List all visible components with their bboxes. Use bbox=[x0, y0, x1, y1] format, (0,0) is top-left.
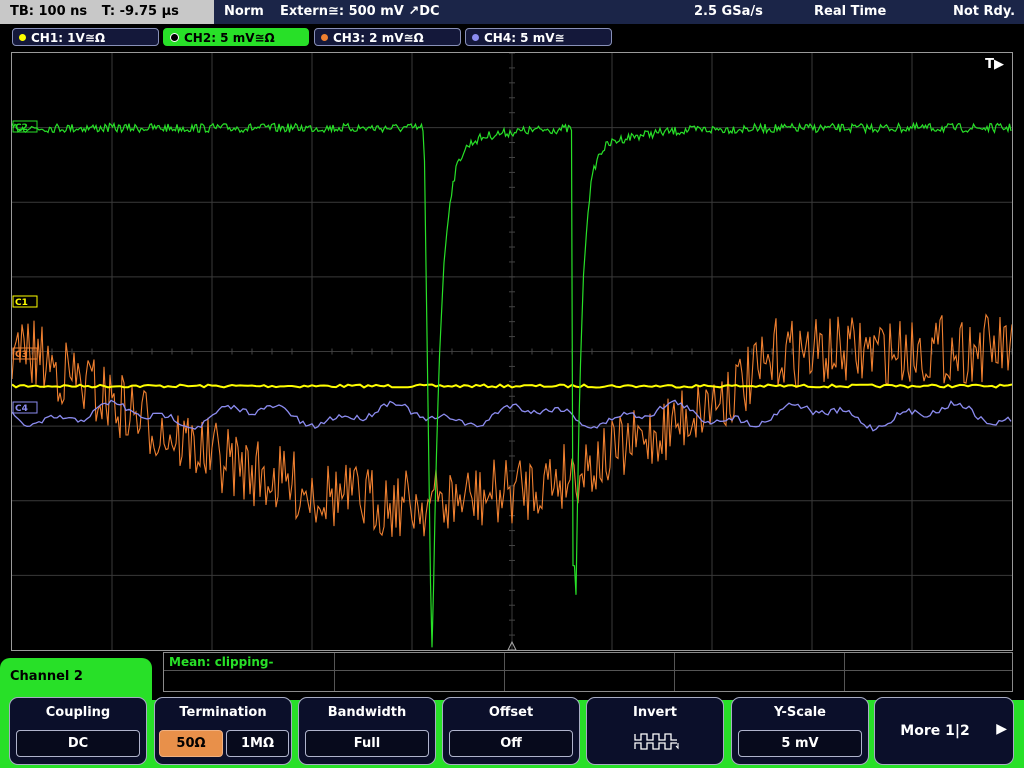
termination-50ohm-button[interactable]: 50Ω bbox=[159, 730, 223, 757]
trigger-mode[interactable]: Norm bbox=[224, 0, 264, 24]
measurement-divider bbox=[504, 653, 505, 691]
timebase-value: TB: 100 ns bbox=[10, 4, 88, 19]
right-arrow-icon: ▶ bbox=[996, 721, 1007, 737]
offset-title: Offset bbox=[488, 705, 534, 720]
more-softkey[interactable]: More 1|2 ▶ bbox=[874, 697, 1014, 765]
yscale-value-button[interactable]: 5 mV bbox=[738, 730, 862, 757]
measurement-divider bbox=[334, 653, 335, 691]
offset-value-button[interactable]: Off bbox=[449, 730, 573, 757]
coupling-value-button[interactable]: DC bbox=[16, 730, 140, 757]
trigger-settings[interactable]: Extern≅: 500 mV ↗DC bbox=[280, 0, 440, 24]
svg-text:C2: C2 bbox=[15, 123, 28, 133]
coupling-title: Coupling bbox=[45, 705, 111, 720]
trigger-status: Not Rdy. bbox=[953, 4, 1016, 19]
yscale-softkey[interactable]: Y-Scale 5 mV bbox=[731, 697, 869, 765]
mean-measurement[interactable]: Mean: clipping- bbox=[169, 655, 273, 669]
ch4-label: CH4: 5 mV≅ bbox=[484, 31, 565, 45]
svg-text:C1: C1 bbox=[15, 298, 28, 308]
invert-title: Invert bbox=[632, 705, 677, 720]
ch1-color-dot bbox=[19, 34, 26, 41]
offset-softkey[interactable]: Offset Off bbox=[442, 697, 580, 765]
bandwidth-title: Bandwidth bbox=[327, 705, 407, 720]
bandwidth-value-button[interactable]: Full bbox=[305, 730, 429, 757]
termination-title: Termination bbox=[179, 705, 267, 720]
coupling-softkey[interactable]: Coupling DC bbox=[9, 697, 147, 765]
menu-title: Channel 2 bbox=[10, 669, 83, 684]
ch3-color-dot bbox=[321, 34, 328, 41]
svg-text:C4: C4 bbox=[15, 404, 28, 414]
waveform-svg: C1 C2 C3 C4 bbox=[12, 53, 1012, 650]
ch1-label: CH1: 1V≅Ω bbox=[31, 31, 106, 45]
graticule bbox=[12, 53, 1012, 650]
termination-1mohm-button[interactable]: 1MΩ bbox=[226, 730, 289, 757]
channel-tab-ch4[interactable]: CH4: 5 mV≅ bbox=[465, 28, 612, 46]
measurement-divider bbox=[674, 653, 675, 691]
measurement-divider bbox=[844, 653, 845, 691]
ch3-label: CH3: 2 mV≅Ω bbox=[333, 31, 424, 45]
trigger-time-value: T: -9.75 µs bbox=[101, 4, 179, 19]
acquisition-mode: Real Time bbox=[814, 4, 887, 19]
ch4-color-dot bbox=[472, 34, 479, 41]
channel-tab-ch2[interactable]: CH2: 5 mV≅Ω bbox=[163, 28, 309, 46]
ch2-label: CH2: 5 mV≅Ω bbox=[184, 31, 275, 45]
bandwidth-softkey[interactable]: Bandwidth Full bbox=[298, 697, 436, 765]
trigger-offset-marker: T▶ bbox=[985, 57, 1004, 72]
channel-tab-ch1[interactable]: CH1: 1V≅Ω bbox=[12, 28, 159, 46]
more-label: More 1|2 bbox=[900, 723, 970, 739]
invert-softkey[interactable]: Invert bbox=[586, 697, 724, 765]
invert-waveform-icon bbox=[634, 733, 679, 750]
termination-softkey[interactable]: Termination 50Ω 1MΩ bbox=[154, 697, 292, 765]
timebase-panel[interactable]: TB: 100 ns T: -9.75 µs bbox=[0, 0, 214, 24]
sample-rate: 2.5 GSa/s bbox=[694, 4, 763, 19]
yscale-title: Y-Scale bbox=[773, 705, 826, 720]
marker-ch4[interactable]: C4 bbox=[12, 401, 38, 414]
measurement-panel: Mean: clipping- bbox=[163, 652, 1013, 692]
svg-text:C3: C3 bbox=[15, 350, 28, 360]
ch2-color-dot bbox=[170, 33, 179, 42]
measurement-divider-h bbox=[164, 670, 1012, 671]
marker-ch1[interactable]: C1 bbox=[12, 295, 38, 308]
waveform-display[interactable]: C1 C2 C3 C4 T▶ bbox=[11, 52, 1013, 651]
channel-tab-ch3[interactable]: CH3: 2 mV≅Ω bbox=[314, 28, 461, 46]
